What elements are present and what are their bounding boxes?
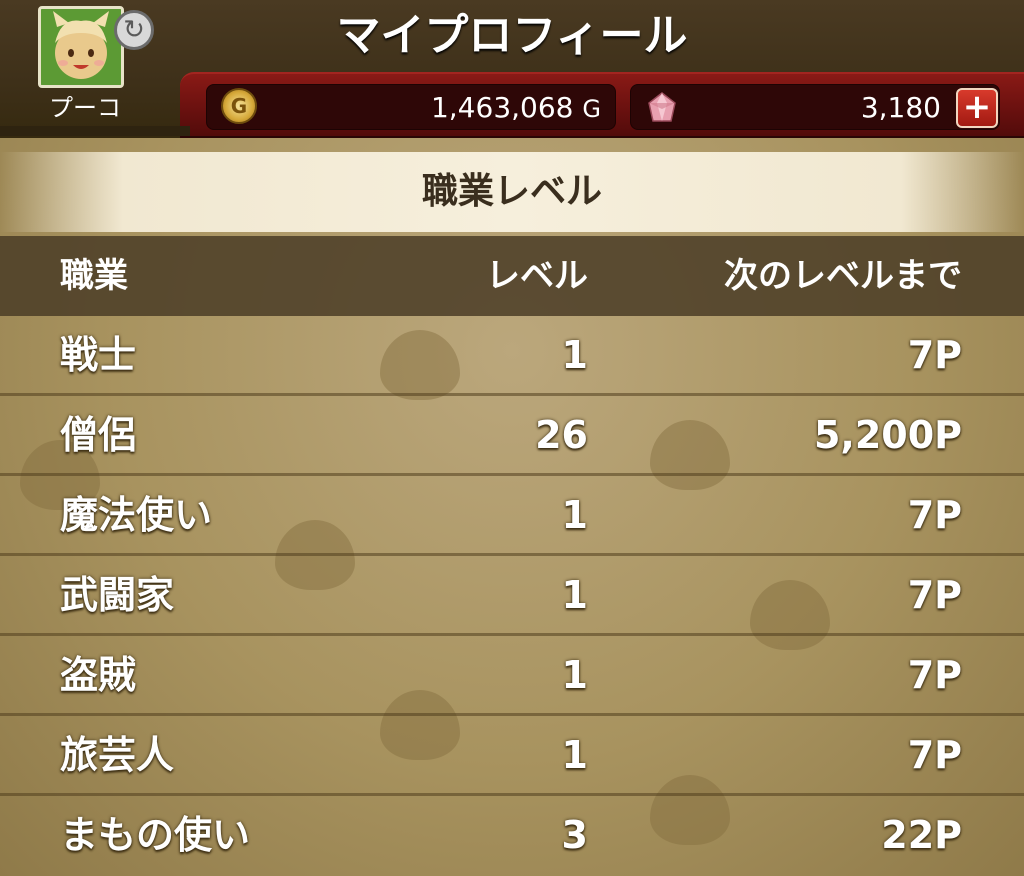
gem-display: 3,180 <box>630 84 1000 130</box>
job-level: 3 <box>561 813 588 857</box>
table-header: 職業 レベル 次のレベルまで <box>0 236 1024 316</box>
table-row: 僧侶 26 5,200P <box>0 396 1024 476</box>
gold-display: G 1,463,068 G <box>206 84 616 130</box>
points-to-next: 7P <box>907 653 962 697</box>
gem-amount: 3,180 <box>860 91 941 124</box>
column-header-job: 職業 <box>60 256 128 296</box>
job-level: 1 <box>561 733 588 777</box>
job-level: 1 <box>561 573 588 617</box>
points-to-next: 5,200P <box>813 413 962 457</box>
gold-unit: G <box>582 95 601 123</box>
gem-icon <box>648 92 676 122</box>
job-name: 戦士 <box>60 333 137 377</box>
table-row: 魔法使い 1 7P <box>0 476 1024 556</box>
player-name: プーコ <box>49 94 121 122</box>
avatar-image <box>41 9 121 85</box>
page-title: マイプロフィール <box>336 10 688 61</box>
points-to-next: 22P <box>881 813 962 857</box>
gold-coin-icon: G <box>221 88 257 124</box>
job-level: 1 <box>561 493 588 537</box>
header-divider <box>0 126 190 136</box>
avatar[interactable] <box>38 6 124 88</box>
table-row: 武闘家 1 7P <box>0 556 1024 636</box>
sync-icon[interactable]: ↻ <box>114 10 154 50</box>
table-row: まもの使い 3 22P <box>0 796 1024 876</box>
job-name: 旅芸人 <box>60 733 175 777</box>
job-name: 盗賊 <box>60 653 137 697</box>
job-name: 僧侶 <box>60 413 137 457</box>
section-banner: 職業レベル <box>0 152 1024 232</box>
job-level: 1 <box>561 333 588 377</box>
job-level: 26 <box>535 413 588 457</box>
job-name: まもの使い <box>60 813 251 857</box>
column-header-level: レベル <box>486 256 588 296</box>
table-row: 戦士 1 7P <box>0 316 1024 396</box>
table-row: 盗賊 1 7P <box>0 636 1024 716</box>
points-to-next: 7P <box>907 333 962 377</box>
gold-value: 1,463,068 <box>430 91 574 124</box>
table-row: 旅芸人 1 7P <box>0 716 1024 796</box>
job-name: 魔法使い <box>60 493 213 537</box>
job-name: 武闘家 <box>60 573 175 617</box>
section-title: 職業レベル <box>421 171 602 212</box>
points-to-next: 7P <box>907 573 962 617</box>
points-to-next: 7P <box>907 493 962 537</box>
add-gems-button[interactable]: + <box>956 88 998 128</box>
points-to-next: 7P <box>907 733 962 777</box>
profile-header: マイプロフィール ↻ プーコ G 1,463,068 G 3,180 + <box>0 0 1024 138</box>
gold-amount: 1,463,068 G <box>431 85 601 131</box>
job-level: 1 <box>561 653 588 697</box>
column-header-next: 次のレベルまで <box>724 256 962 296</box>
